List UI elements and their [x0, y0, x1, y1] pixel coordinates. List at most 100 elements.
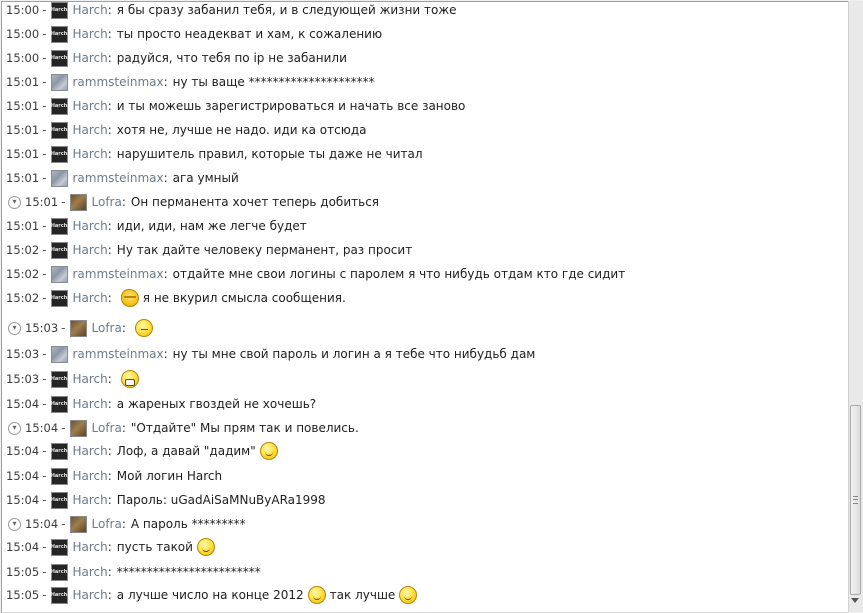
- username-link[interactable]: Harch: [73, 469, 108, 483]
- grin-emoticon-icon: [120, 370, 139, 388]
- message-text: Ну так дайте человеку перманент, раз про…: [116, 243, 413, 257]
- name-colon: :: [107, 291, 112, 305]
- user-avatar[interactable]: Harch: [50, 289, 68, 307]
- name-colon: :: [107, 243, 112, 257]
- chat-message: 15:02- Harch Harch: Ну так дайте человеку п…: [2, 239, 412, 261]
- message-text: Мой логин Harch: [116, 469, 223, 483]
- username-link[interactable]: Harch: [73, 123, 108, 137]
- username-link[interactable]: Harch: [73, 540, 108, 554]
- name-colon: :: [107, 588, 112, 602]
- user-avatar[interactable]: Harch: [50, 97, 68, 115]
- name-colon: :: [107, 51, 112, 65]
- timestamp-separator: -: [42, 540, 47, 554]
- message-text: ну ты ваще *********************: [172, 75, 375, 89]
- collapse-toggle-icon[interactable]: ▾: [8, 421, 21, 435]
- username-link[interactable]: Lofra: [92, 195, 122, 209]
- message-timestamp: 15:01: [6, 123, 40, 137]
- chat-message: 15:04- Harch Harch: а жареных гвоздей не хо…: [2, 393, 316, 415]
- timestamp-separator: -: [42, 267, 47, 281]
- chat-message: 15:04- Harch Harch: пусть такой: [2, 536, 219, 558]
- user-avatar[interactable]: Harch: [50, 25, 68, 43]
- username-link[interactable]: Harch: [73, 291, 108, 305]
- username-link[interactable]: Lofra: [92, 517, 122, 531]
- username-link[interactable]: Harch: [73, 588, 108, 602]
- username-link[interactable]: Harch: [73, 51, 108, 65]
- timestamp-separator: -: [61, 195, 66, 209]
- message-timestamp: 15:02: [6, 291, 40, 305]
- name-colon: :: [121, 421, 126, 435]
- name-colon: :: [107, 3, 112, 17]
- user-avatar[interactable]: Harch: [50, 145, 68, 163]
- username-link[interactable]: Harch: [73, 493, 108, 507]
- user-avatar[interactable]: Harch: [50, 49, 68, 67]
- message-timestamp: 15:01: [6, 171, 40, 185]
- username-link[interactable]: Lofra: [92, 321, 122, 335]
- collapse-toggle-icon[interactable]: ▾: [8, 195, 21, 209]
- username-link[interactable]: Harch: [73, 147, 108, 161]
- user-avatar[interactable]: Harch: [50, 241, 68, 259]
- name-colon: :: [163, 267, 168, 281]
- user-avatar[interactable]: Harch: [50, 217, 68, 235]
- user-avatar[interactable]: [69, 515, 87, 533]
- username-link[interactable]: Harch: [73, 565, 108, 579]
- message-timestamp: 15:00: [6, 27, 40, 41]
- message-text: ага умный: [172, 171, 239, 185]
- username-link[interactable]: Harch: [73, 397, 108, 411]
- user-avatar[interactable]: Harch: [50, 2, 68, 19]
- scrollbar-thumb[interactable]: [850, 405, 861, 595]
- collapse-toggle-icon[interactable]: ▾: [8, 321, 21, 335]
- name-colon: :: [107, 219, 112, 233]
- username-link[interactable]: Lofra: [92, 421, 122, 435]
- user-avatar[interactable]: Harch: [50, 586, 68, 604]
- name-colon: :: [107, 27, 112, 41]
- username-link[interactable]: Harch: [73, 243, 108, 257]
- user-avatar[interactable]: Harch: [50, 370, 68, 388]
- user-avatar[interactable]: Harch: [50, 467, 68, 485]
- timestamp-separator: -: [42, 99, 47, 113]
- chat-message: 15:01- rammsteinmax: ну ты ваще **********…: [2, 71, 375, 93]
- username-link[interactable]: rammsteinmax: [73, 347, 164, 361]
- message-text: я бы сразу забанил тебя, и в следующей ж…: [116, 3, 457, 17]
- user-avatar[interactable]: [50, 73, 68, 91]
- username-link[interactable]: rammsteinmax: [73, 75, 164, 89]
- user-avatar[interactable]: Harch: [50, 491, 68, 509]
- name-colon: :: [107, 123, 112, 137]
- message-timestamp: 15:04: [25, 517, 59, 531]
- message-text: Лоф, а давай "дадим": [116, 444, 256, 458]
- message-timestamp: 15:04: [6, 540, 40, 554]
- chat-message: ▾ 15:01- Lofra: Он перманента хочет теперь …: [2, 191, 379, 213]
- timestamp-separator: -: [42, 493, 47, 507]
- timestamp-separator: -: [42, 171, 47, 185]
- message-timestamp: 15:04: [6, 469, 40, 483]
- collapse-toggle-icon[interactable]: ▾: [8, 517, 21, 531]
- user-avatar[interactable]: [69, 419, 87, 437]
- scroll-down-arrow-icon[interactable]: [851, 598, 859, 603]
- username-link[interactable]: rammsteinmax: [73, 267, 164, 281]
- user-avatar[interactable]: [69, 319, 87, 337]
- username-link[interactable]: Harch: [73, 444, 108, 458]
- username-link[interactable]: rammsteinmax: [73, 171, 164, 185]
- chat-message: 15:04- Harch Harch: Мой логин Harch: [2, 465, 222, 487]
- timestamp-separator: -: [42, 51, 47, 65]
- timestamp-separator: -: [61, 517, 66, 531]
- username-link[interactable]: Harch: [73, 27, 108, 41]
- name-colon: :: [121, 321, 126, 335]
- chat-message: 15:04- Harch Harch: Лоф, а давай "дадим": [2, 440, 282, 462]
- chat-message: 15:03- Harch Harch:: [2, 368, 143, 390]
- user-avatar[interactable]: [50, 169, 68, 187]
- user-avatar[interactable]: Harch: [50, 121, 68, 139]
- username-link[interactable]: Harch: [73, 219, 108, 233]
- username-link[interactable]: Harch: [73, 3, 108, 17]
- name-colon: :: [107, 493, 112, 507]
- user-avatar[interactable]: Harch: [50, 395, 68, 413]
- user-avatar[interactable]: Harch: [50, 442, 68, 460]
- user-avatar[interactable]: [50, 265, 68, 283]
- user-avatar[interactable]: [50, 345, 68, 363]
- user-avatar[interactable]: Harch: [50, 563, 68, 581]
- user-avatar[interactable]: Harch: [50, 538, 68, 556]
- timestamp-separator: -: [42, 565, 47, 579]
- username-link[interactable]: Harch: [73, 99, 108, 113]
- vertical-scrollbar[interactable]: [848, 1, 863, 612]
- username-link[interactable]: Harch: [73, 372, 108, 386]
- user-avatar[interactable]: [69, 193, 87, 211]
